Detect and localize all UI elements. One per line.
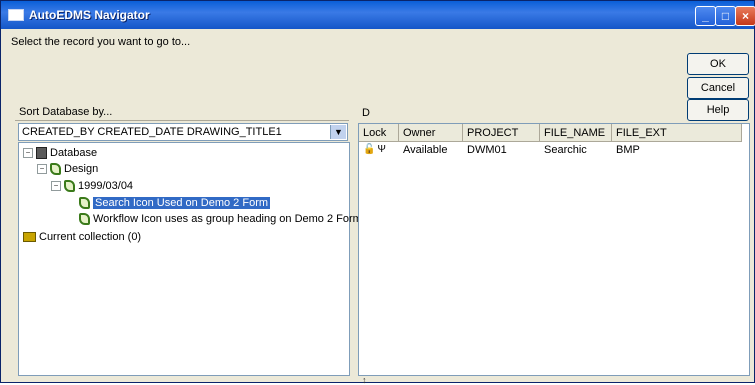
- folder-icon: [50, 163, 61, 175]
- collapse-icon[interactable]: −: [37, 164, 47, 174]
- column-header-lock[interactable]: Lock: [359, 124, 399, 142]
- results-label: D: [362, 107, 370, 119]
- column-header-file-ext[interactable]: FILE_EXT: [612, 124, 742, 142]
- collection-icon: [23, 232, 36, 242]
- close-button[interactable]: ×: [735, 6, 755, 26]
- window-title: AutoEDMS Navigator: [29, 8, 150, 22]
- tree-node-search-icon-record[interactable]: Search Icon Used on Demo 2 Form: [79, 197, 271, 209]
- column-header-project[interactable]: PROJECT: [463, 124, 540, 142]
- column-header-file-name[interactable]: FILE_NAME: [540, 124, 612, 142]
- title-bar[interactable]: AutoEDMS Navigator _ □ ×: [1, 1, 755, 29]
- cell-file-ext: BMP: [616, 144, 640, 156]
- tree-node-date[interactable]: − 1999/03/04: [51, 180, 133, 192]
- minimize-button[interactable]: _: [695, 6, 716, 26]
- tree-node-label: 1999/03/04: [78, 180, 134, 192]
- help-button[interactable]: Help: [687, 99, 749, 121]
- tree-node-label-selected: Search Icon Used on Demo 2 Form: [93, 197, 271, 209]
- database-icon: [36, 147, 47, 159]
- tree-node-database[interactable]: − Database: [23, 147, 97, 159]
- cell-file-name: Searchic: [544, 144, 587, 156]
- ok-button[interactable]: OK: [687, 53, 749, 75]
- lock-icon: 🔓Ψ: [363, 144, 388, 155]
- sort-order-dropdown[interactable]: CREATED_BY CREATED_DATE DRAWING_TITLE1 ▼: [18, 123, 348, 141]
- sort-database-label: Sort Database by...: [15, 103, 349, 121]
- column-header-owner[interactable]: Owner: [399, 124, 463, 142]
- cell-project: DWM01: [467, 144, 507, 156]
- app-icon: [8, 9, 24, 21]
- cancel-button[interactable]: Cancel: [687, 77, 749, 99]
- collapse-icon[interactable]: −: [51, 181, 61, 191]
- folder-icon: [64, 180, 75, 192]
- tree-node-workflow-icon-record[interactable]: Workflow Icon uses as group heading on D…: [79, 213, 362, 225]
- document-icon: [79, 213, 90, 225]
- record-table[interactable]: Lock Owner PROJECT FILE_NAME FILE_EXT 🔓Ψ…: [358, 123, 750, 376]
- maximize-button[interactable]: □: [715, 6, 736, 26]
- instruction-text: Select the record you want to go to...: [11, 36, 191, 48]
- tree-node-current-collection[interactable]: Current collection (0): [23, 231, 141, 243]
- document-icon: [79, 197, 90, 209]
- cell-owner: Available: [403, 144, 448, 156]
- tree-node-label: Workflow Icon uses as group heading on D…: [93, 213, 362, 225]
- splitter-grip[interactable]: ↕: [362, 375, 367, 385]
- sort-order-value: CREATED_BY CREATED_DATE DRAWING_TITLE1: [22, 126, 282, 138]
- tree-node-design[interactable]: − Design: [37, 163, 98, 175]
- tree-node-label: Design: [64, 163, 99, 175]
- chevron-down-icon[interactable]: ▼: [330, 125, 346, 139]
- record-tree[interactable]: − Database − Design − 1999/03/04 Search …: [18, 142, 362, 376]
- navigator-window: AutoEDMS Navigator _ □ × Select the reco…: [0, 0, 755, 385]
- tree-node-label: Database: [50, 147, 98, 159]
- tree-node-label: Current collection (0): [39, 231, 142, 243]
- collapse-icon[interactable]: −: [23, 148, 33, 158]
